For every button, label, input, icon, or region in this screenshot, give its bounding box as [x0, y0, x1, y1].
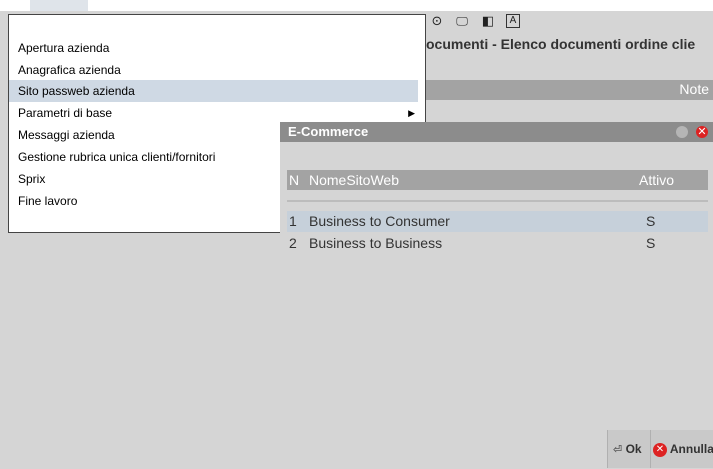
- menu-item-sito-passweb-azienda[interactable]: Sito passweb azienda: [9, 80, 418, 102]
- monitor-icon[interactable]: 🖵: [455, 14, 469, 28]
- ok-button-label: Ok: [625, 442, 642, 456]
- menu-item-label: Parametri di base: [18, 106, 113, 120]
- menu-item-label: Anagrafica azienda: [18, 63, 121, 77]
- column-header-nomesitoweb[interactable]: NomeSitoWeb: [309, 170, 399, 190]
- menu-item-label: Apertura azienda: [18, 41, 110, 55]
- chevron-right-icon: ▶: [408, 108, 415, 118]
- table-row[interactable]: 1 Business to Consumer S: [287, 211, 708, 232]
- menu-item-label: Gestione rubrica unica clienti/fornitori: [18, 150, 216, 164]
- font-size-icon[interactable]: A: [506, 14, 520, 28]
- menu-item-label: Messaggi azienda: [18, 128, 115, 142]
- toolbar: ⊙ 🖵 ◧ A: [426, 11, 713, 32]
- menu-item-parametri-di-base[interactable]: Parametri di base ▶: [9, 102, 425, 124]
- menu-item-apertura-azienda[interactable]: Apertura azienda: [9, 37, 425, 59]
- menu-item-anagrafica-azienda[interactable]: Anagrafica azienda: [9, 59, 425, 81]
- top-strip: [0, 0, 713, 11]
- menu-item-label: Fine lavoro: [18, 194, 78, 208]
- close-icon[interactable]: ✕: [696, 126, 708, 138]
- background-table-header: Note: [426, 80, 713, 100]
- menu-item-label: Sprix: [18, 172, 46, 186]
- dialog-title: E-Commerce: [288, 124, 369, 139]
- cell-active: S: [646, 235, 656, 251]
- cancel-icon: ✕: [653, 442, 667, 457]
- ok-button[interactable]: ⏎ Ok: [607, 430, 650, 468]
- column-header-attivo[interactable]: Attivo: [639, 170, 674, 190]
- table-row[interactable]: 2 Business to Business S: [287, 233, 708, 254]
- table-separator: [287, 200, 708, 202]
- cell-name: Business to Business: [309, 235, 443, 251]
- column-header-note: Note: [679, 81, 709, 97]
- column-header-n[interactable]: N: [289, 170, 299, 190]
- button-bar: ⏎ Ok ✕ Annulla: [607, 430, 713, 468]
- enter-icon: ⏎: [613, 444, 623, 456]
- background-window-title: ocumenti - Elenco documenti ordine clie: [426, 36, 696, 52]
- minimize-icon[interactable]: [676, 126, 688, 138]
- table-header: N NomeSitoWeb Attivo: [287, 170, 708, 190]
- cell-active: S: [646, 213, 656, 229]
- cell-n: 2: [289, 235, 297, 251]
- menu-item-label: Sito passweb azienda: [18, 84, 135, 98]
- radio-icon[interactable]: ⊙: [430, 14, 444, 28]
- cell-n: 1: [289, 213, 297, 229]
- cell-name: Business to Consumer: [309, 213, 450, 229]
- top-tab[interactable]: [30, 0, 88, 11]
- panel-icon[interactable]: ◧: [481, 14, 495, 28]
- dialog-title-bar: E-Commerce ✕: [280, 122, 713, 142]
- cancel-button-label: Annulla: [669, 442, 713, 456]
- ecommerce-dialog: E-Commerce ✕ N NomeSitoWeb Attivo 1 Busi…: [280, 122, 713, 468]
- cancel-button[interactable]: ✕ Annulla: [650, 430, 713, 468]
